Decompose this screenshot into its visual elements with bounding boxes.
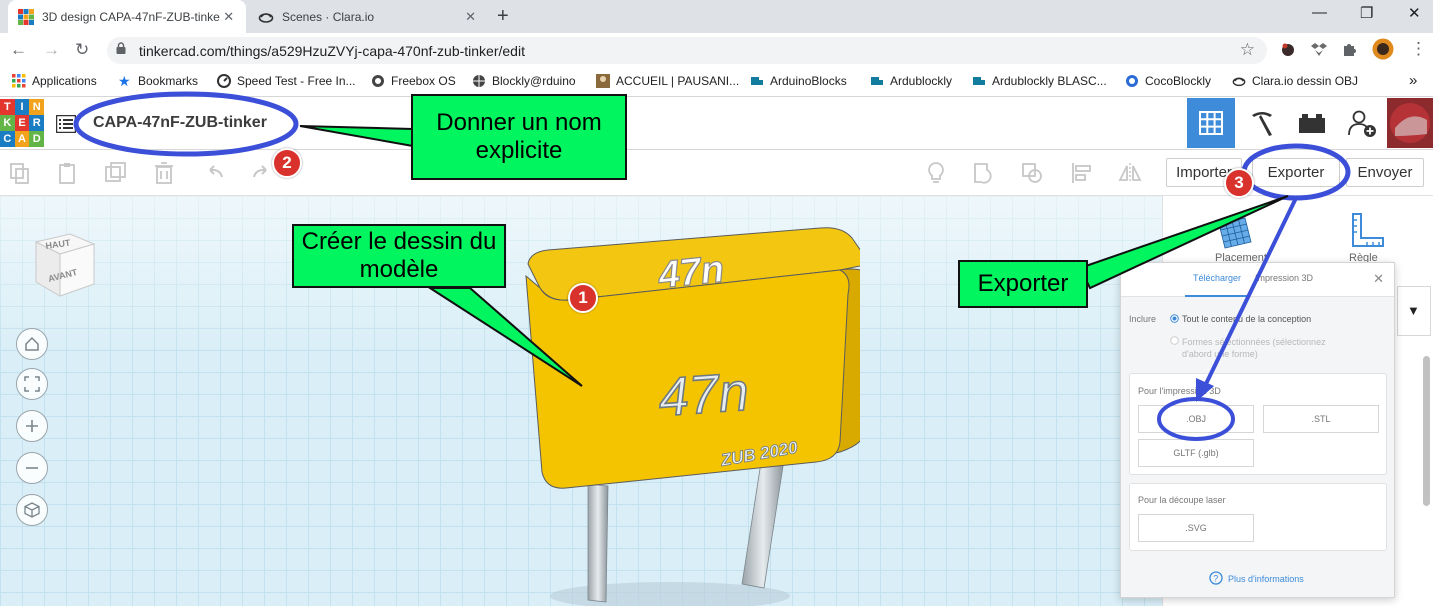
callout-name-pointer: [299, 125, 414, 148]
callout-export: Exporter: [958, 260, 1088, 308]
step-badge-2: 2: [272, 148, 302, 178]
callout-draw-pointer: [426, 287, 583, 387]
callout-export-pointer: [1078, 195, 1289, 290]
highlight-ellipse-obj: [1157, 397, 1235, 441]
annotation-overlay: [73, 91, 1351, 441]
step-badge-1: 1: [568, 283, 598, 313]
step-badge-3: 3: [1224, 168, 1254, 198]
highlight-ellipse-name: [73, 91, 299, 157]
highlight-ellipse-export: [1241, 143, 1351, 201]
callout-name: Donner un nom explicite: [411, 94, 627, 180]
callout-draw: Créer le dessin du modèle: [292, 224, 506, 288]
